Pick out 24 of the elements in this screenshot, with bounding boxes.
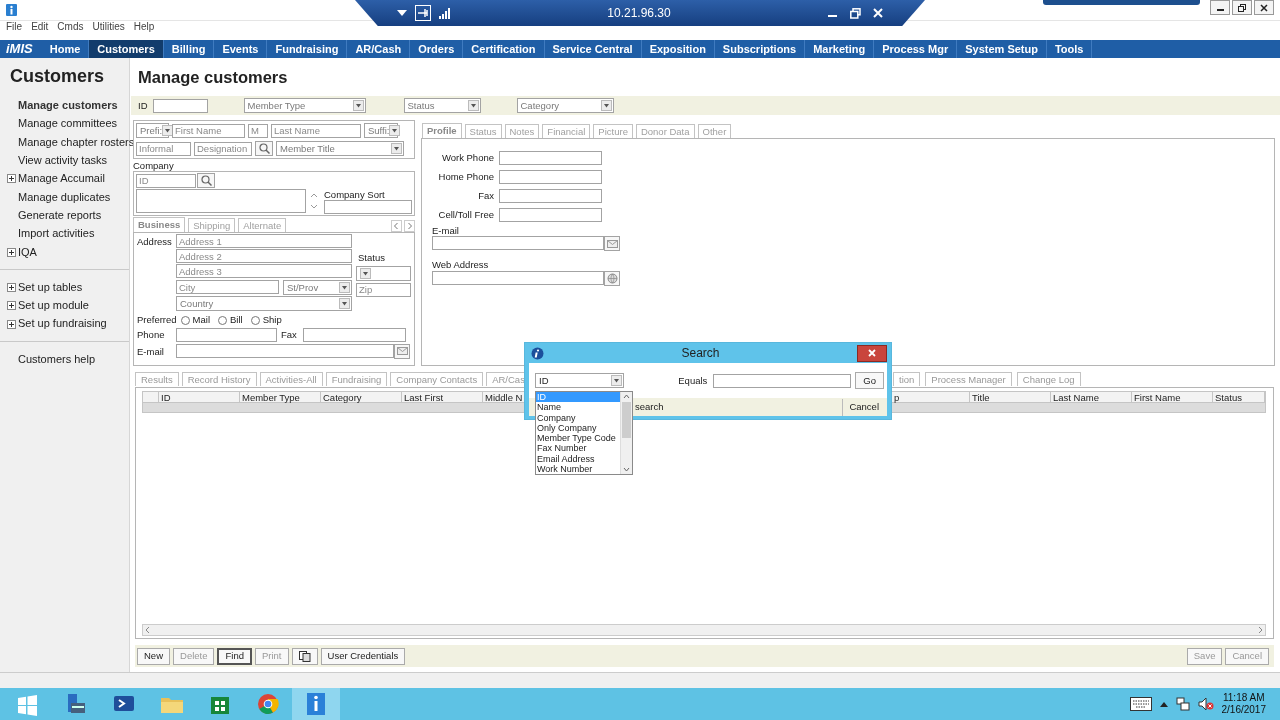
app-logo: iMIS bbox=[6, 40, 34, 58]
field-label: Status bbox=[357, 252, 386, 264]
operator-label: Equals bbox=[678, 374, 708, 387]
field-label: Web Address bbox=[432, 259, 490, 271]
field-label: Address bbox=[137, 236, 172, 250]
page-title: Manage customers bbox=[137, 67, 289, 88]
dialog-title: Search bbox=[680, 345, 721, 361]
field-label: Phone bbox=[137, 329, 166, 341]
sidebar-title: Customers bbox=[10, 66, 106, 88]
field-label: Home Phone bbox=[437, 171, 494, 183]
hint-text: search bbox=[635, 401, 664, 413]
field-label: E-mail bbox=[432, 225, 460, 237]
clock-date: 2/16/2017 bbox=[1221, 704, 1266, 717]
remote-title: 10.21.96.30 bbox=[606, 5, 672, 21]
group-label: Company bbox=[133, 160, 175, 171]
field-label: Fax bbox=[477, 190, 494, 202]
field-label: Company Sort bbox=[324, 189, 386, 201]
field-label: ID bbox=[138, 99, 148, 112]
clock-time: 11:18 AM bbox=[1222, 691, 1266, 704]
field-label: E-mail bbox=[137, 345, 165, 357]
field-label: Preferred bbox=[137, 314, 177, 326]
field-label: Fax bbox=[281, 329, 298, 341]
field-label: Work Phone bbox=[440, 152, 494, 164]
field-label: Cell/Toll Free bbox=[437, 209, 494, 221]
